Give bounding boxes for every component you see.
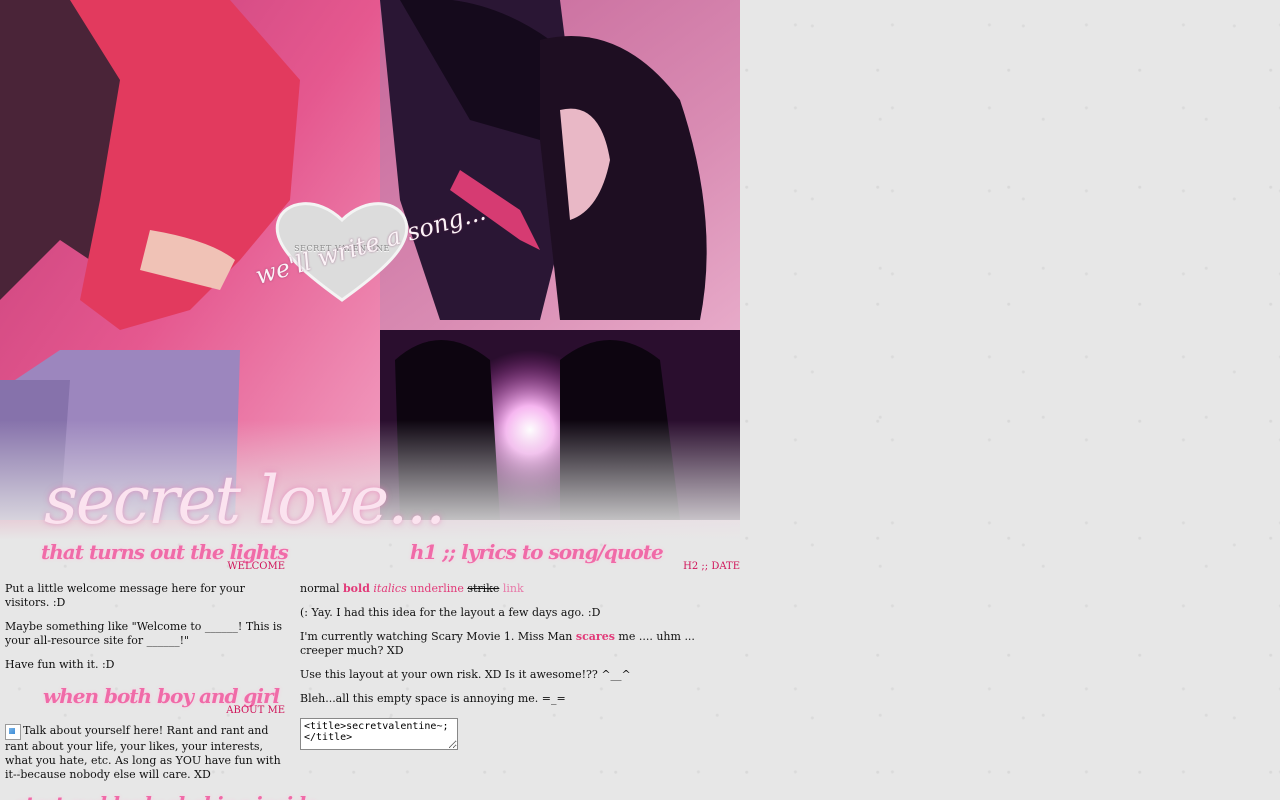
right-column: h1 ;; lyrics to song/quote H2 ;; DATE no… xyxy=(300,540,740,754)
about-tag: ABOUT ME xyxy=(226,705,285,716)
format-bold: bold xyxy=(342,582,370,595)
post-line-2-bold: scares xyxy=(575,630,615,643)
post-line-2: I'm currently watching Scary Movie 1. Mi… xyxy=(300,630,740,658)
format-underline: underline xyxy=(410,582,464,595)
post-line-1: (: Yay. I had this idea for the layout a… xyxy=(300,606,601,619)
code-textarea[interactable]: <title>secretvalentine~;</title> xyxy=(300,718,458,750)
header-banner: SECRET VALENTINE we'll write a song... s… xyxy=(0,0,740,540)
format-demo-line: normal bold italics underline strike lin… xyxy=(300,582,740,596)
broken-image-icon xyxy=(5,724,21,740)
welcome-tag: WELCOME xyxy=(227,561,285,572)
about-header: when both boy and girl ABOUT ME xyxy=(5,684,285,716)
about-paragraph: Talk about yourself here! Rant and rant … xyxy=(5,724,285,782)
format-italics: italics xyxy=(373,582,407,595)
left-column: that turns out the lights WELCOME Put a … xyxy=(5,540,318,800)
post-heading: h1 ;; lyrics to song/quote xyxy=(410,540,664,564)
welcome-paragraph-1: Put a little welcome message here for yo… xyxy=(5,582,245,609)
post-line-2-start: I'm currently watching Scary Movie 1. Mi… xyxy=(300,630,573,643)
post-date-tag: H2 ;; DATE xyxy=(683,561,740,572)
welcome-paragraph-2: Maybe something like "Welcome to ______!… xyxy=(5,620,283,647)
post-line-3: Use this layout at your own risk. XD Is … xyxy=(300,668,631,681)
format-normal: normal xyxy=(300,582,340,595)
format-strike: strike xyxy=(467,582,500,595)
section3-heading: start suddenly shaking inside xyxy=(15,792,318,800)
post-header: h1 ;; lyrics to song/quote H2 ;; DATE xyxy=(300,540,740,572)
about-text: Talk about yourself here! Rant and rant … xyxy=(5,724,281,781)
banner-artwork xyxy=(0,0,740,540)
format-link[interactable]: link xyxy=(503,582,524,595)
post-line-4: Bleh...all this empty space is annoying … xyxy=(300,692,566,705)
welcome-header: that turns out the lights WELCOME xyxy=(5,540,289,572)
banner-title: secret love... xyxy=(44,462,446,539)
welcome-paragraph-3: Have fun with it. :D xyxy=(5,658,115,671)
section3-header: start suddenly shaking inside xyxy=(5,792,318,800)
